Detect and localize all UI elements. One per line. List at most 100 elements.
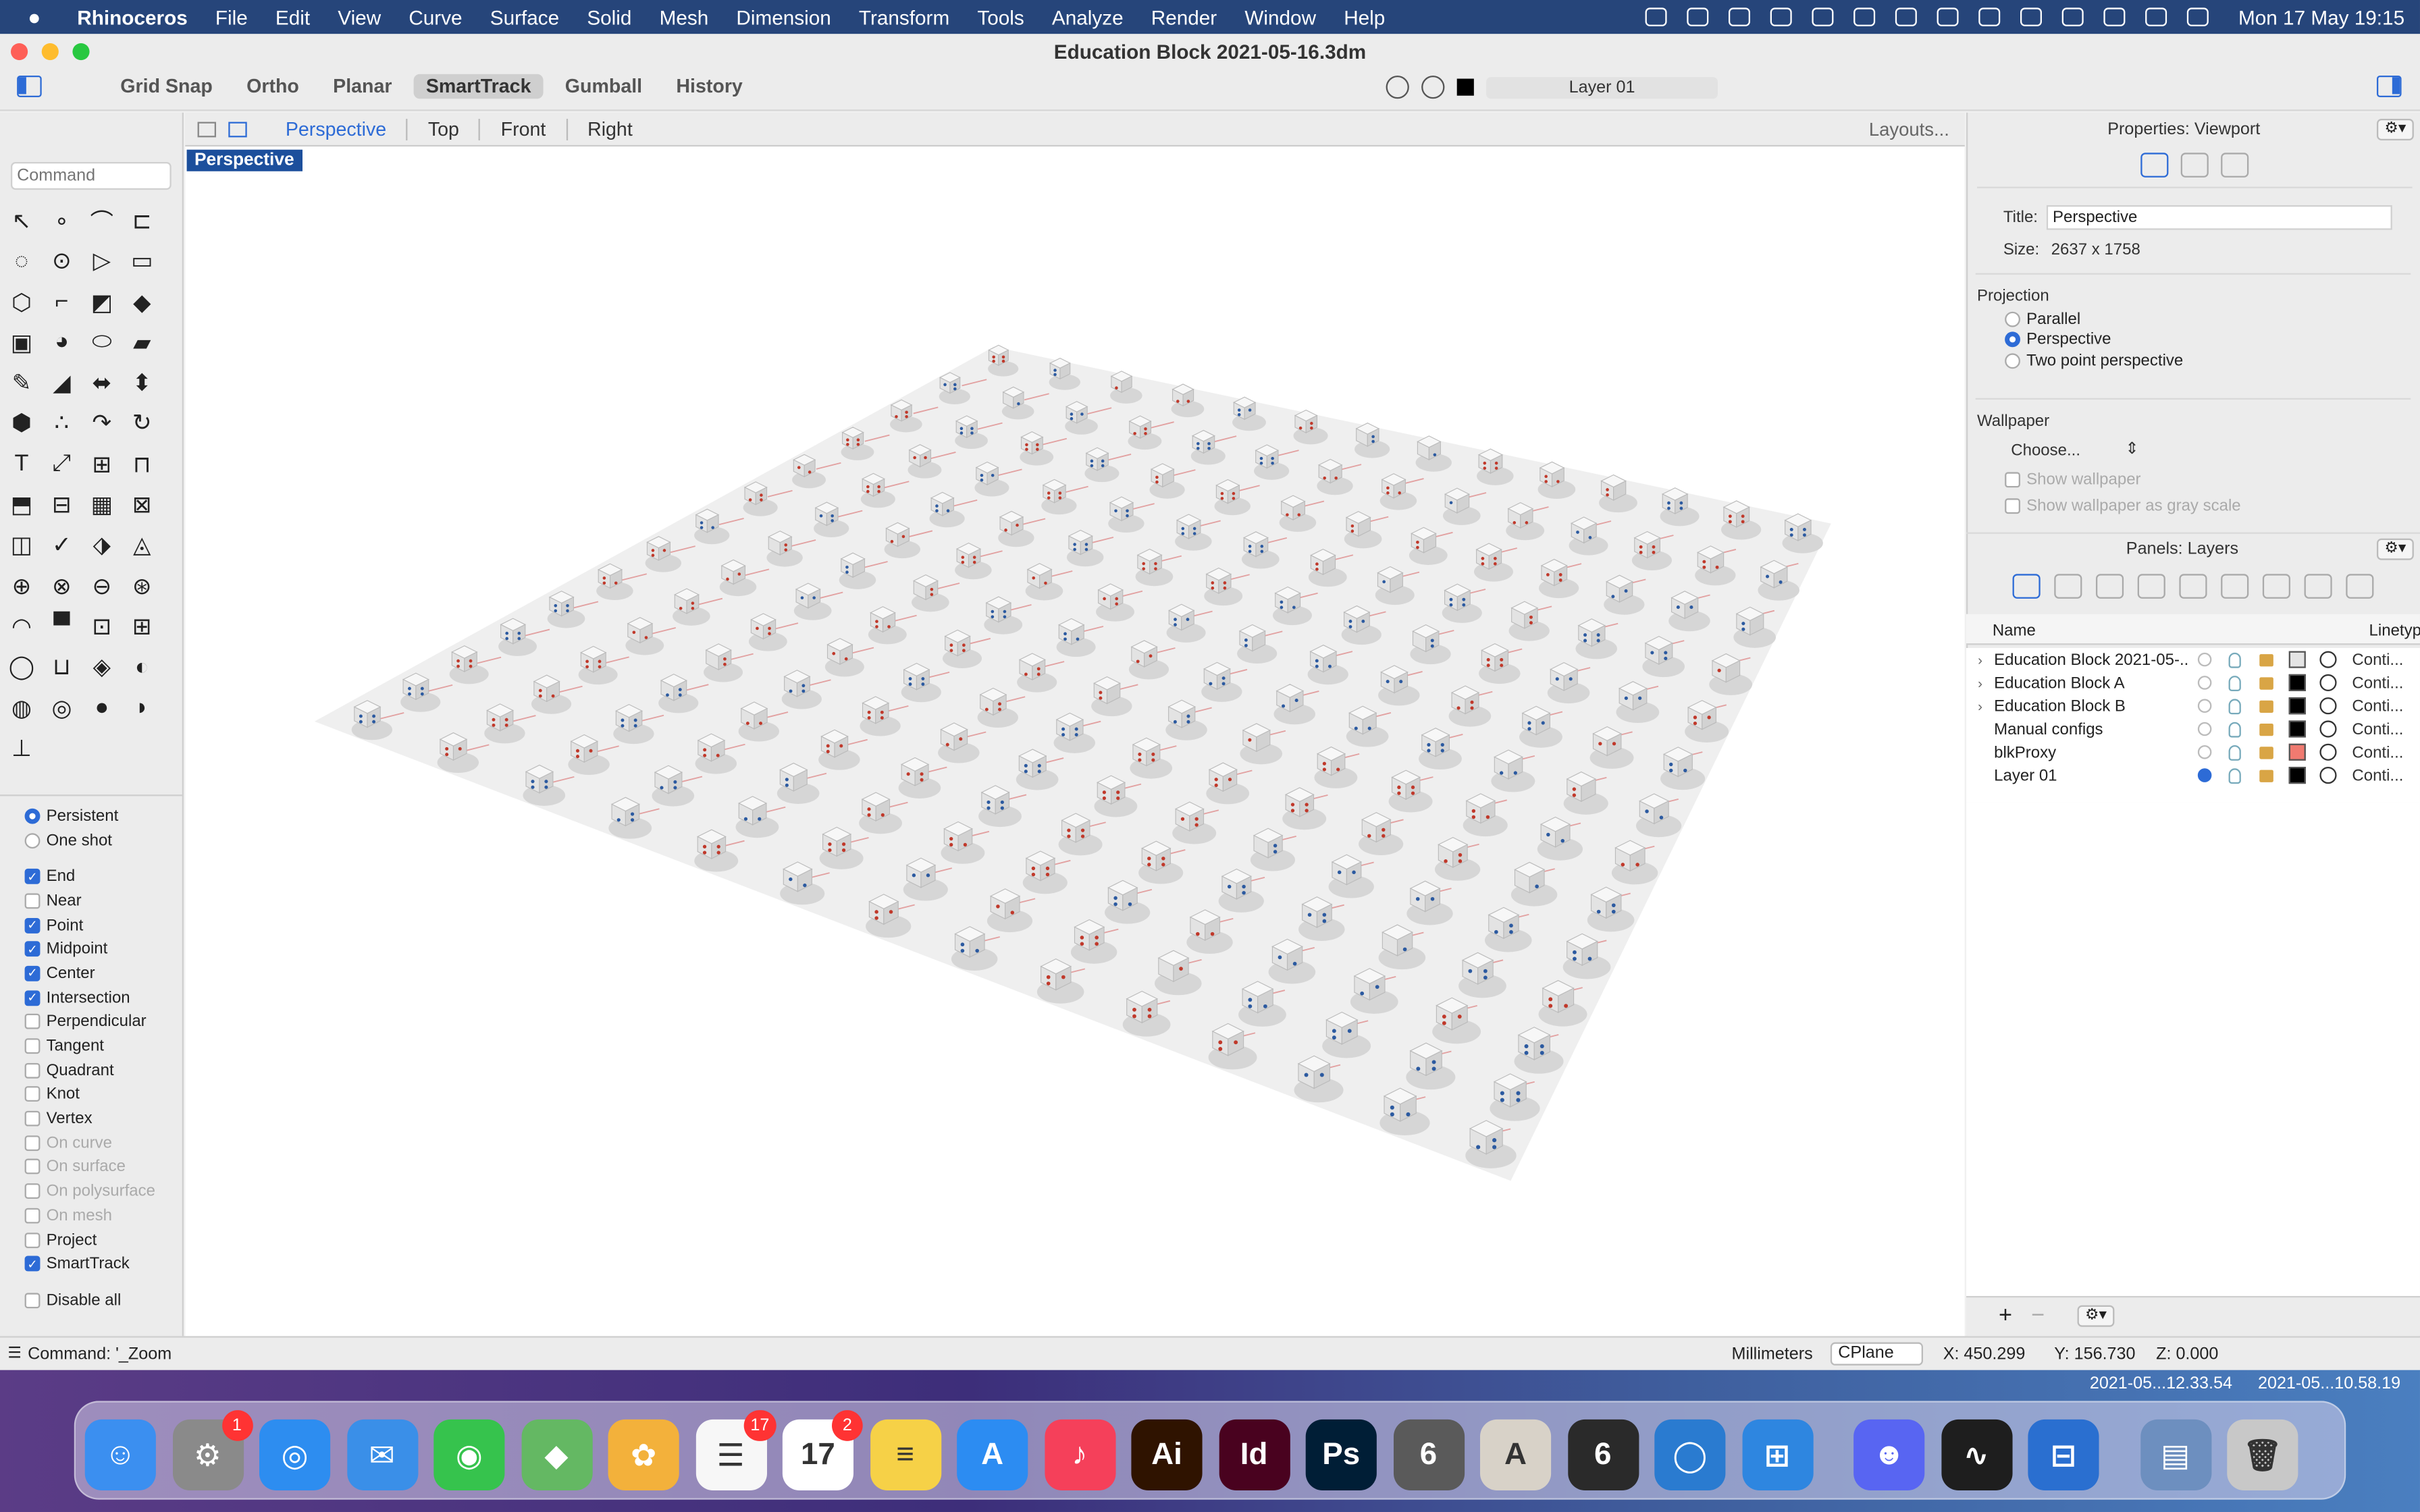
tool-render-icon[interactable]: ◬	[126, 530, 157, 561]
layer-name[interactable]: blkProxy	[1994, 743, 2188, 761]
layer-color-swatch[interactable]	[2288, 720, 2305, 738]
tool-sphere-icon[interactable]: ◕	[47, 327, 78, 358]
projection-radio[interactable]	[2005, 352, 2020, 369]
osnap-mode-radio[interactable]	[24, 808, 41, 824]
color-cell[interactable]	[2281, 697, 2312, 715]
document-tab-icon[interactable]	[2054, 574, 2082, 599]
osnap-checkbox[interactable]	[24, 1135, 41, 1151]
lightbulb-icon[interactable]	[2228, 674, 2241, 691]
menu-dimension[interactable]: Dimension	[736, 5, 831, 28]
dock-music-icon[interactable]: ♪	[1044, 1419, 1115, 1490]
color-cell[interactable]	[2281, 651, 2312, 668]
tool-lock-icon[interactable]: ⊔	[47, 651, 78, 682]
dock-documents-icon[interactable]: ▤	[2140, 1419, 2211, 1490]
tools-tab-icon[interactable]	[2262, 574, 2290, 599]
tool-zoom-target-icon[interactable]: ⊛	[126, 570, 157, 601]
mode-gumball[interactable]: Gumball	[552, 74, 654, 99]
lock-cell[interactable]	[2251, 746, 2282, 759]
lock-cell[interactable]	[2251, 699, 2282, 712]
visible-cell[interactable]	[2219, 698, 2251, 714]
dropbox-icon[interactable]	[1646, 7, 1668, 26]
dock-architecture-icon[interactable]: A	[1479, 1419, 1552, 1490]
lock-icon[interactable]	[2259, 676, 2273, 689]
material-icon[interactable]	[2319, 651, 2336, 668]
tool-cylinder-icon[interactable]: ⬭	[86, 327, 117, 358]
mode-smarttrack[interactable]: SmartTrack	[413, 74, 544, 99]
menu-curve[interactable]: Curve	[409, 5, 462, 28]
lightbulb-icon[interactable]	[2228, 651, 2241, 668]
properties-gear-icon[interactable]: ⚙▾	[2376, 118, 2414, 140]
layer-row[interactable]: Layer 01 Conti...	[1966, 763, 2420, 786]
osnap-checkbox[interactable]	[24, 1208, 41, 1224]
color-cell[interactable]	[2281, 743, 2312, 761]
current-layer-indicator-icon[interactable]	[2197, 722, 2211, 736]
osnap-checkbox[interactable]: ✓	[24, 965, 41, 981]
current-cell[interactable]	[2188, 768, 2219, 782]
dock-system-preferences-icon[interactable]: ⚙ 1	[172, 1410, 253, 1490]
lock-icon[interactable]	[2259, 699, 2273, 712]
osnap-checkbox[interactable]: ✓	[24, 917, 41, 933]
layouts-button[interactable]: Layouts...	[1869, 119, 1949, 140]
layer-row[interactable]: › Education Block A Conti...	[1966, 671, 2420, 694]
osnap-checkbox[interactable]	[24, 1062, 41, 1079]
tool-boolean-icon[interactable]: ⬢	[6, 408, 37, 439]
lock-cell[interactable]	[2251, 676, 2282, 689]
siri-icon[interactable]	[2187, 7, 2209, 26]
tool-car-icon[interactable]: ▀	[47, 611, 78, 642]
viewport-camera-icon[interactable]	[2140, 153, 2169, 178]
osnap-checkbox[interactable]	[24, 1159, 41, 1175]
wallpaper-choose-select[interactable]: Choose...	[2011, 441, 2080, 460]
layer-name[interactable]: Education Block B	[1994, 697, 2188, 715]
menu-surface[interactable]: Surface	[490, 5, 559, 28]
dock-discord-icon[interactable]: ☻	[1853, 1419, 1925, 1490]
control-center-icon[interactable]	[2145, 7, 2167, 26]
show-wallpaper-checkbox[interactable]	[2005, 472, 2020, 488]
checker-tab-icon[interactable]	[2346, 574, 2374, 599]
menu-transform[interactable]: Transform	[859, 5, 949, 28]
visible-cell[interactable]	[2219, 651, 2251, 668]
user-icon[interactable]	[2062, 7, 2084, 26]
lock-icon[interactable]	[2259, 746, 2273, 759]
osnap-checkbox[interactable]	[24, 1014, 41, 1030]
tool-project-icon[interactable]: ⬒	[6, 489, 37, 520]
dock-messages-icon[interactable]: ◉	[433, 1419, 505, 1490]
tool-extrude-icon[interactable]: ◩	[86, 286, 117, 317]
tool-curve-icon[interactable]: ⊏	[126, 205, 157, 236]
osnap-checkbox[interactable]	[24, 1038, 41, 1054]
tab-front[interactable]: Front	[479, 117, 566, 140]
display-tab-icon[interactable]	[2179, 574, 2207, 599]
left-sidebar-toggle-icon[interactable]	[17, 75, 42, 97]
tool-orbit-icon[interactable]: ◠	[6, 611, 37, 642]
title-input[interactable]: Perspective	[2046, 205, 2392, 230]
tool-snap-icon[interactable]: ⊞	[126, 611, 157, 642]
tool-rectangle-icon[interactable]: ▭	[126, 246, 157, 277]
menu-clock[interactable]: Mon 17 May 19:15	[2238, 5, 2404, 28]
dock-app-store-icon[interactable]: A	[957, 1419, 1028, 1490]
object-tab-icon[interactable]	[2095, 574, 2124, 599]
lightbulb-icon[interactable]	[2228, 721, 2241, 737]
menu-help[interactable]: Help	[1344, 5, 1385, 28]
material-icon[interactable]	[2319, 674, 2336, 691]
dock-finder-icon[interactable]: ☺	[84, 1419, 156, 1490]
current-layer-dropdown[interactable]: Layer 01	[1486, 76, 1718, 99]
layer-row[interactable]: › Education Block 2021-05-... Conti...	[1966, 648, 2420, 671]
help-tab-icon[interactable]	[2221, 574, 2249, 599]
tool-grid-icon[interactable]: ▦	[86, 489, 117, 520]
material-cell[interactable]	[2312, 720, 2343, 738]
dock-maps-icon[interactable]: ◆	[521, 1419, 592, 1490]
tab-right[interactable]: Right	[566, 117, 652, 140]
record-icon[interactable]	[1421, 75, 1445, 99]
osnap-checkbox[interactable]	[24, 1183, 41, 1199]
object-properties-icon[interactable]	[2180, 153, 2209, 178]
projection-radio[interactable]	[2005, 311, 2020, 327]
layer-color-swatch[interactable]	[2288, 743, 2305, 761]
lock-cell[interactable]	[2251, 722, 2282, 736]
tool-text-icon[interactable]: T	[6, 449, 37, 480]
tool-section-icon[interactable]: ◫	[6, 530, 37, 561]
tool-display-icon[interactable]: ◎	[47, 692, 78, 723]
osnap-mode-radio[interactable]	[24, 832, 41, 848]
mode-grid-snap[interactable]: Grid Snap	[108, 74, 225, 99]
tool-wire-icon[interactable]: ◍	[6, 692, 37, 723]
expand-chevron-icon[interactable]: ›	[1966, 652, 1994, 668]
play-icon[interactable]	[1853, 7, 1876, 26]
